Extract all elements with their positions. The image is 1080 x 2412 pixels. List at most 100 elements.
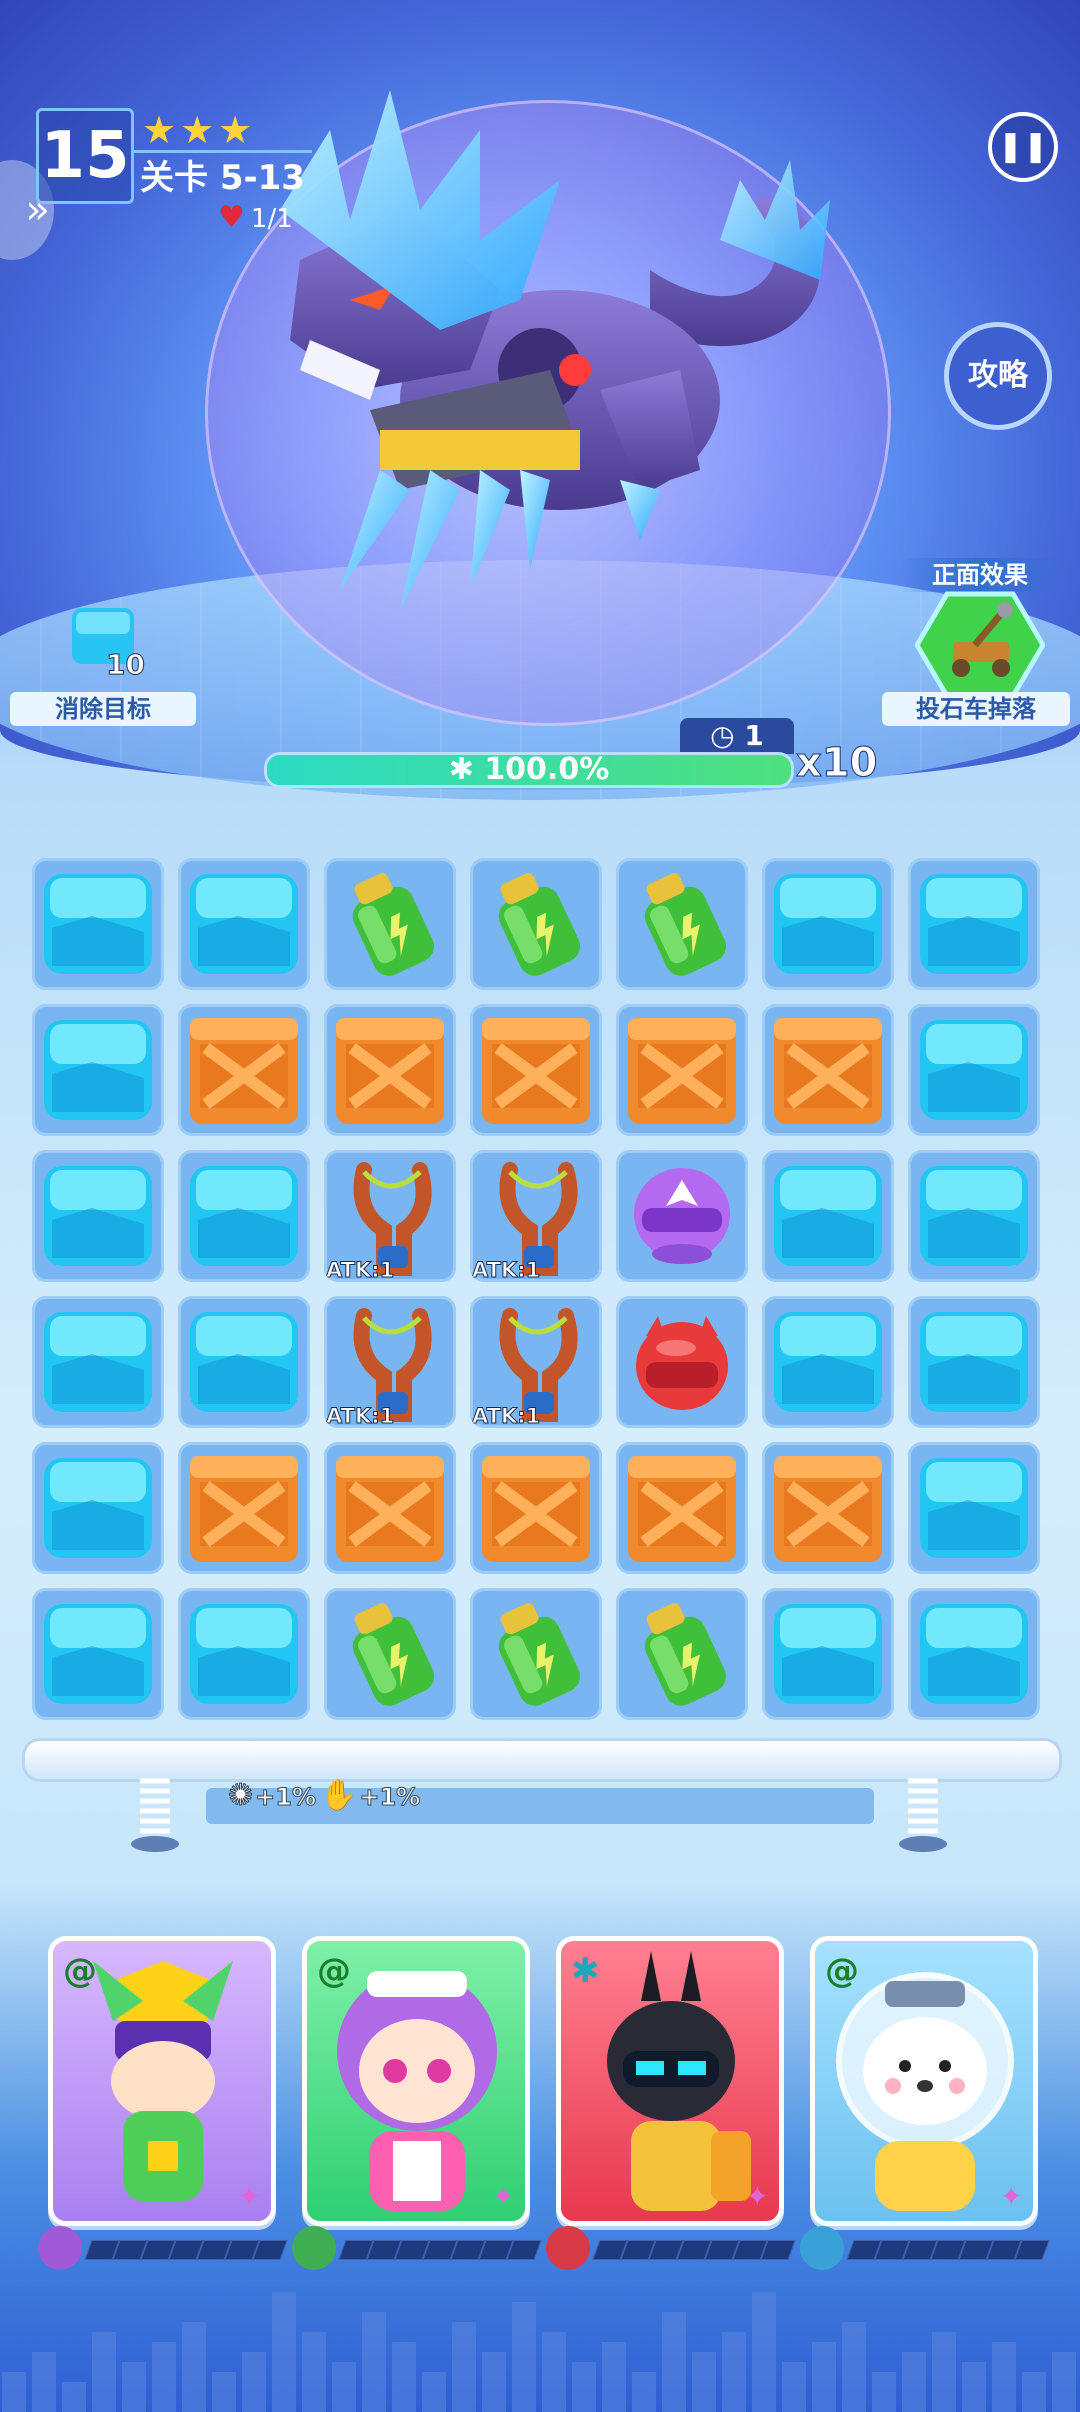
crate-tile-icon [190,1018,298,1124]
board-cell-crate[interactable] [616,1442,748,1574]
board-cell-ice[interactable] [32,858,164,990]
board-cell-crate[interactable] [178,1442,310,1574]
equalizer-bar [692,2352,716,2412]
ice-tile-icon [44,1604,152,1704]
equalizer-bar [32,2352,56,2412]
board-cell-potion[interactable] [616,858,748,990]
pause-button[interactable]: ❚❚ [988,112,1058,182]
lives-text: 1/1 [250,204,293,234]
boss-hp-bar: ✱ 100.0% [264,752,794,788]
equalizer-bar [842,2322,866,2412]
board-cell-ice[interactable] [762,858,894,990]
crate-tile-icon [774,1456,882,1562]
level-name: 关卡 5-13 [140,158,305,198]
equalizer-bar [422,2372,446,2412]
equalizer-bar [302,2332,326,2412]
board-cell-potion[interactable] [470,858,602,990]
equalizer-bar [572,2362,596,2412]
ice-tile-icon [190,1604,298,1704]
equalizer-bar [902,2352,926,2412]
board-cell-helmet-red[interactable] [616,1296,748,1428]
board-cell-ice[interactable] [762,1296,894,1428]
attack-label: ATK:1 [471,1258,541,1283]
spring-left-icon [131,1778,179,1852]
ice-tile-icon [920,1020,1028,1120]
potion-tile-icon [352,1603,435,1706]
strategy-button[interactable]: 攻略 [944,322,1052,430]
equalizer-bar [1052,2352,1076,2412]
board-cell-potion[interactable] [470,1588,602,1720]
board-cell-ice[interactable] [908,1442,1040,1574]
spiral-icon: @ [825,1951,859,1991]
board-cell-slingshot[interactable]: ATK:1 [470,1150,602,1282]
crate-tile-icon [628,1018,736,1124]
board-cell-ice[interactable] [908,1150,1040,1282]
catapult-effect-icon[interactable] [915,590,1045,700]
board-cell-helmet-purple[interactable] [616,1150,748,1282]
board-cell-crate[interactable] [178,1004,310,1136]
board-cell-potion[interactable] [324,858,456,990]
board-cell-ice[interactable] [32,1588,164,1720]
buff-splash-value: +1% [255,1783,317,1812]
hero-card-maid[interactable]: @ ✦ [302,1936,530,2226]
energy-bar-1 [38,2226,288,2270]
equalizer-bar [722,2332,746,2412]
equalizer-bar [332,2362,356,2412]
equalizer-bar [122,2362,146,2412]
board-cell-crate[interactable] [470,1004,602,1136]
board-cell-crate[interactable] [324,1442,456,1574]
equalizer-bar [242,2352,266,2412]
board-cell-crate[interactable] [762,1442,894,1574]
equalizer-bar [2,2372,26,2412]
board-cell-ice[interactable] [908,858,1040,990]
ice-tile-icon [190,874,298,974]
heart-icon: ♥ [218,200,245,235]
ice-tile-icon [190,1166,298,1266]
helmet-red-tile-icon [636,1316,728,1410]
board-cell-ice[interactable] [762,1588,894,1720]
ice-tile-icon [44,1166,152,1266]
potion-tile-icon [352,873,435,976]
ice-tile-icon [774,1166,882,1266]
board-cell-ice[interactable] [178,858,310,990]
board-cell-ice[interactable] [178,1296,310,1428]
board-cell-slingshot[interactable]: ATK:1 [324,1150,456,1282]
ice-tile-icon [920,1166,1028,1266]
board-cell-ice[interactable] [32,1442,164,1574]
ice-tile-icon [920,1458,1028,1558]
board-cell-potion[interactable] [616,1588,748,1720]
clock-icon: ◷ [710,719,745,752]
board-cell-crate[interactable] [616,1004,748,1136]
turn-count: 1 [744,719,764,752]
buff-splash: ✺+1% [227,1778,317,1814]
board-cell-ice[interactable] [32,1150,164,1282]
board-cell-ice[interactable] [908,1296,1040,1428]
board-cell-slingshot[interactable]: ATK:1 [470,1296,602,1428]
spiral-icon: @ [317,1951,351,1991]
energy-bar-2 [292,2226,542,2270]
board-cell-ice[interactable] [178,1150,310,1282]
goal-label: 消除目标 [10,692,196,726]
board-cell-ice[interactable] [908,1004,1040,1136]
board-cell-ice[interactable] [32,1004,164,1136]
boss-hp-value: 100.0% [484,752,610,787]
board-cell-crate[interactable] [762,1004,894,1136]
potion-tile-icon [644,873,727,976]
board-cell-potion[interactable] [324,1588,456,1720]
board-cell-crate[interactable] [324,1004,456,1136]
hp-snowflake-icon: ✱ [448,752,485,787]
ice-tile-icon [920,874,1028,974]
potion-tile-icon [498,873,581,976]
board-cell-ice[interactable] [908,1588,1040,1720]
energy-segment [760,2240,796,2260]
hero-card-bear-astronaut[interactable]: @ ✦ [810,1936,1038,2226]
board-cell-crate[interactable] [470,1442,602,1574]
equalizer-bar [152,2342,176,2412]
hero-card-robot[interactable]: ✱ ✦ [556,1936,784,2226]
hero-card-ranger[interactable]: @ ✦ [48,1936,276,2226]
board-cell-ice[interactable] [32,1296,164,1428]
equalizer-bar [92,2332,116,2412]
board-cell-ice[interactable] [178,1588,310,1720]
board-cell-slingshot[interactable]: ATK:1 [324,1296,456,1428]
board-cell-ice[interactable] [762,1150,894,1282]
